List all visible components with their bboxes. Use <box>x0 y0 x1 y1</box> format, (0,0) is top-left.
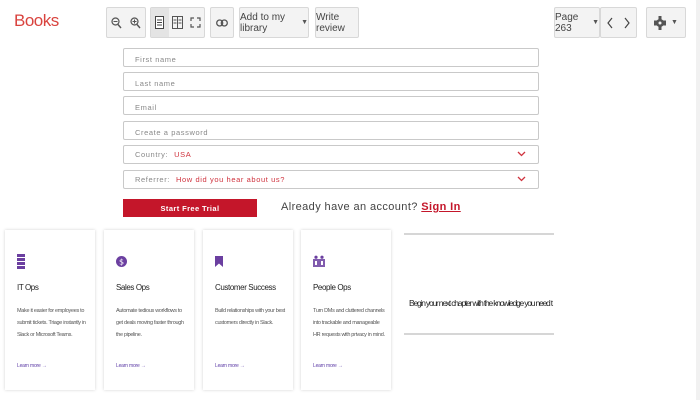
learn-more-link[interactable]: Learn more → <box>116 363 146 369</box>
password-field[interactable] <box>123 121 539 141</box>
banner-bottom-rule <box>404 333 554 335</box>
banner-top-rule <box>404 233 554 235</box>
scrollbar[interactable] <box>696 0 700 400</box>
chevron-left-icon <box>606 17 613 29</box>
link-icon <box>216 18 228 27</box>
signin-prompt: Already have an account? Sign In <box>281 201 461 213</box>
card-title: People Ops <box>313 283 351 292</box>
page-icon <box>155 16 165 29</box>
card-description: Turn DMs and cluttered channels into tra… <box>313 308 385 338</box>
learn-more-link[interactable]: Learn more → <box>215 363 245 369</box>
add-to-library-button[interactable]: Add to my library ▼ <box>239 7 309 38</box>
card-title: Customer Success <box>215 283 276 292</box>
zoom-in-icon <box>130 16 141 29</box>
chevron-down-icon <box>517 175 526 184</box>
password-input[interactable] <box>124 124 538 141</box>
card-title: Sales Ops <box>116 283 150 292</box>
stack-icon <box>17 254 25 274</box>
link-button[interactable] <box>210 7 234 38</box>
last-name-input[interactable] <box>124 75 538 92</box>
fullscreen-icon <box>190 17 201 28</box>
zoom-in-button[interactable] <box>126 8 145 37</box>
learn-more-link[interactable]: Learn more → <box>313 363 343 369</box>
referrer-select[interactable]: Referrer: How did you hear about us? <box>123 170 539 189</box>
zoom-group <box>106 7 146 38</box>
email-field[interactable] <box>123 96 539 116</box>
card-description: Build relationships with your best custo… <box>215 308 285 326</box>
next-page-button[interactable] <box>619 8 637 37</box>
start-free-trial-button[interactable]: Start Free Trial <box>123 199 257 217</box>
write-review-button[interactable]: Write review <box>315 7 359 38</box>
people-icon <box>313 254 325 272</box>
bookmark-icon <box>215 254 223 272</box>
banner-text: Begin your next chapter with the knowled… <box>409 298 553 308</box>
zoom-out-icon <box>111 16 122 29</box>
caret-down-icon: ▼ <box>301 19 308 26</box>
country-value: USA <box>174 150 192 159</box>
email-input[interactable] <box>124 99 538 116</box>
page-nav-group <box>600 7 637 38</box>
svg-text:$: $ <box>119 257 124 266</box>
chevron-right-icon <box>624 17 631 29</box>
page-selector[interactable]: Page 263 ▼ <box>554 7 600 38</box>
write-review-label: Write review <box>316 11 345 34</box>
promo-banner: Begin your next chapter with the knowled… <box>404 233 554 367</box>
zoom-out-button[interactable] <box>107 8 126 37</box>
last-name-field[interactable] <box>123 72 539 92</box>
settings-button[interactable]: ▼ <box>646 7 686 38</box>
books-logo[interactable]: Books <box>14 11 59 31</box>
gear-icon <box>654 15 667 30</box>
single-page-view-button[interactable] <box>151 8 169 37</box>
first-name-input[interactable] <box>124 51 538 68</box>
fullscreen-button[interactable] <box>186 8 204 37</box>
book-toolbar: Books Add to my library ▼ Write review P… <box>0 0 700 44</box>
learn-more-link[interactable]: Learn more → <box>17 363 47 369</box>
view-mode-group <box>150 7 205 38</box>
first-name-field[interactable] <box>123 48 539 68</box>
two-page-view-button[interactable] <box>169 8 187 37</box>
chevron-down-icon <box>517 150 526 159</box>
referrer-label: Referrer: <box>135 175 170 184</box>
dollar-icon: $ <box>116 254 127 272</box>
country-select[interactable]: Country: USA <box>123 145 539 164</box>
caret-down-icon: ▼ <box>592 19 599 26</box>
two-page-icon <box>172 16 183 29</box>
add-to-library-label: Add to my library <box>240 11 286 34</box>
sign-in-link[interactable]: Sign In <box>421 201 460 213</box>
card-it-ops[interactable]: IT Ops Make it easier for employees to s… <box>5 230 95 390</box>
card-sales-ops[interactable]: $ Sales Ops Automate tedious workflows t… <box>104 230 194 390</box>
card-customer-success[interactable]: Customer Success Build relationships wit… <box>203 230 293 390</box>
card-description: Make it easier for employees to submit t… <box>17 308 86 338</box>
page-number-label: Page 263 <box>555 11 579 34</box>
caret-down-icon: ▼ <box>671 19 678 26</box>
card-people-ops[interactable]: People Ops Turn DMs and cluttered channe… <box>301 230 391 390</box>
previous-page-button[interactable] <box>601 8 619 37</box>
country-label: Country: <box>135 150 169 159</box>
card-title: IT Ops <box>17 283 39 292</box>
account-prompt-text: Already have an account? <box>281 201 418 213</box>
referrer-value: How did you hear about us? <box>176 175 285 184</box>
card-description: Automate tedious workflows to get deals … <box>116 308 184 338</box>
